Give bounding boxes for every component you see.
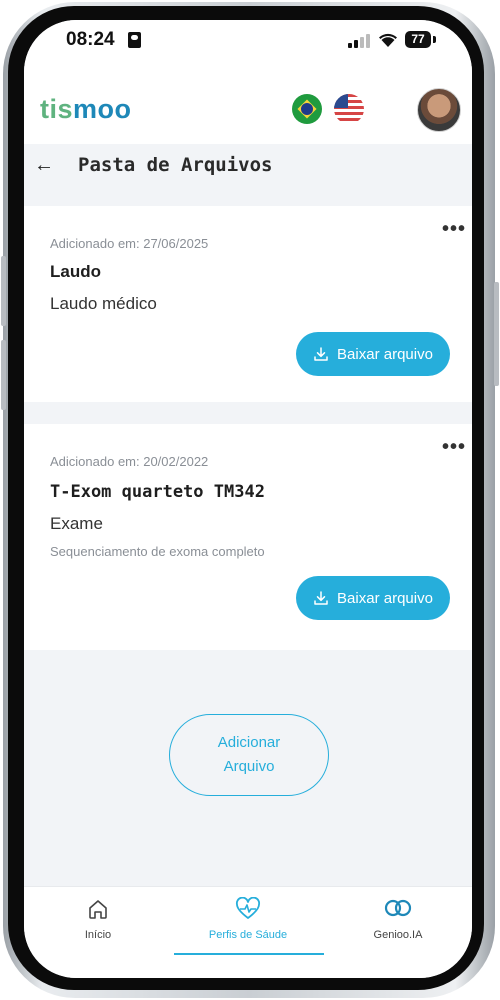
file-added-date: Adicionado em: 27/06/2025 — [50, 236, 209, 251]
brazil-flag-icon[interactable] — [292, 94, 322, 124]
file-name: T-Exom quarteto TM342 — [50, 482, 265, 502]
usa-flag-icon[interactable] — [334, 94, 364, 124]
nav-label: Perfis de Sáude — [208, 929, 288, 941]
bottom-nav: Início Perfis de Sáude Genioo.IA — [24, 886, 472, 978]
file-name: Laudo — [50, 262, 101, 281]
app-header: tismoo — [24, 64, 472, 145]
screen: 08:24 77 tismoo ← Pasta de Arquivos ••• … — [24, 20, 472, 978]
volume-up-button — [1, 256, 6, 326]
download-button[interactable]: Baixar arquivo — [296, 332, 450, 376]
nav-label: Início — [84, 929, 112, 941]
download-button[interactable]: Baixar arquivo — [296, 576, 450, 620]
tismoo-logo[interactable]: tismoo — [40, 94, 132, 125]
file-card: ••• Adicionado em: 27/06/2025 Laudo Laud… — [24, 206, 472, 402]
nav-item-genioo[interactable]: Genioo.IA — [328, 897, 468, 941]
heart-pulse-icon — [178, 896, 318, 923]
battery-icon: 77 — [405, 31, 431, 48]
title-bar: ← Pasta de Arquivos — [24, 144, 472, 200]
file-type: Laudo médico — [50, 294, 157, 313]
nav-item-inicio[interactable]: Início — [28, 897, 168, 941]
logo-text-prefix: tis — [40, 94, 74, 124]
logo-text-accent: moo — [73, 94, 132, 124]
download-label: Baixar arquivo — [337, 345, 433, 363]
wifi-icon — [378, 32, 398, 53]
more-options-icon[interactable]: ••• — [442, 436, 466, 459]
nav-label: Genioo.IA — [373, 929, 423, 941]
nav-item-perfis[interactable]: Perfis de Sáude — [178, 896, 318, 941]
avatar[interactable] — [417, 88, 461, 132]
add-file-label-line2: Arquivo — [223, 758, 275, 775]
file-type: Exame — [50, 514, 103, 533]
id-card-icon — [128, 32, 141, 48]
power-button — [494, 282, 499, 386]
download-label: Baixar arquivo — [337, 589, 433, 607]
file-card: ••• Adicionado em: 20/02/2022 T-Exom qua… — [24, 424, 472, 650]
download-icon — [314, 347, 328, 361]
add-file-button[interactable]: Adicionar Arquivo — [169, 714, 329, 796]
file-added-date: Adicionado em: 20/02/2022 — [50, 454, 209, 469]
status-bar: 08:24 77 — [24, 20, 472, 64]
back-arrow-icon[interactable]: ← — [34, 154, 54, 177]
file-description: Sequenciamento de exoma completo — [50, 544, 265, 559]
volume-down-button — [1, 340, 6, 410]
active-tab-indicator — [174, 953, 324, 955]
status-time: 08:24 — [66, 29, 115, 50]
home-icon — [28, 897, 168, 923]
more-options-icon[interactable]: ••• — [442, 218, 466, 241]
add-file-label-line1: Adicionar — [217, 734, 281, 751]
battery-tip — [433, 36, 436, 43]
signal-icon — [348, 34, 370, 48]
infinity-icon — [328, 897, 468, 923]
page-title: Pasta de Arquivos — [78, 154, 273, 176]
download-icon — [314, 591, 328, 605]
